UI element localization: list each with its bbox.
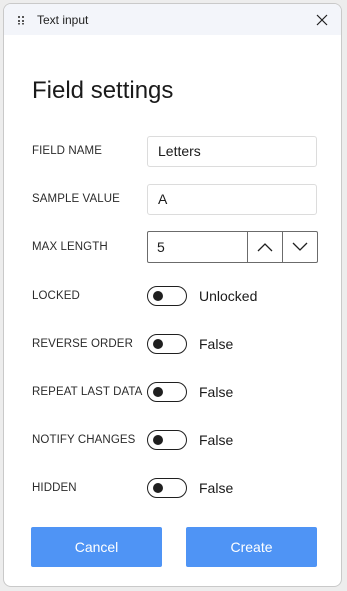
notify-changes-label: NOTIFY CHANGES — [32, 434, 136, 446]
hidden-toggle-group: False — [147, 478, 233, 498]
cancel-button[interactable]: Cancel — [31, 527, 162, 567]
repeat-last-data-state: False — [199, 384, 234, 400]
title-bar: Text input — [4, 4, 341, 35]
locked-toggle[interactable] — [147, 286, 187, 306]
hidden-label: HIDDEN — [32, 482, 77, 494]
max-length-stepper — [147, 231, 318, 263]
notify-changes-state: False — [199, 432, 234, 448]
repeat-last-data-row: REPEAT LAST DATA False — [32, 376, 319, 408]
window-title: Text input — [37, 12, 89, 27]
hidden-state: False — [199, 480, 234, 496]
create-button[interactable]: Create — [186, 527, 317, 567]
locked-state: Unlocked — [199, 288, 258, 304]
reverse-order-label: REVERSE ORDER — [32, 338, 133, 350]
chevron-up-icon — [257, 243, 273, 252]
decrement-button[interactable] — [282, 232, 317, 262]
grid-dots-icon — [17, 14, 29, 26]
locked-label: LOCKED — [32, 290, 80, 302]
close-button[interactable] — [309, 7, 335, 33]
toggle-knob — [153, 435, 163, 445]
field-name-row: FIELD NAME — [32, 135, 319, 167]
repeat-last-data-toggle-group: False — [147, 382, 233, 402]
close-icon — [316, 14, 328, 26]
sample-value-row: SAMPLE VALUE — [32, 183, 319, 215]
reverse-order-state: False — [199, 336, 234, 352]
toggle-knob — [153, 291, 163, 301]
hidden-toggle[interactable] — [147, 478, 187, 498]
increment-button[interactable] — [247, 232, 282, 262]
sample-value-input[interactable] — [147, 183, 317, 215]
locked-toggle-group: Unlocked — [147, 286, 257, 306]
notify-changes-row: NOTIFY CHANGES False — [32, 424, 319, 456]
notify-changes-toggle[interactable] — [147, 430, 187, 450]
dialog-window: Text input Field settings FIELD NAME SAM… — [3, 3, 342, 587]
sample-value-label: SAMPLE VALUE — [32, 193, 120, 205]
repeat-last-data-toggle[interactable] — [147, 382, 187, 402]
reverse-order-toggle-group: False — [147, 334, 233, 354]
toggle-knob — [153, 483, 163, 493]
locked-row: LOCKED Unlocked — [32, 280, 319, 312]
page-title: Field settings — [32, 77, 174, 104]
toggle-knob — [153, 387, 163, 397]
toggle-knob — [153, 339, 163, 349]
reverse-order-toggle[interactable] — [147, 334, 187, 354]
field-name-input[interactable] — [147, 135, 317, 167]
field-name-label: FIELD NAME — [32, 145, 103, 157]
repeat-last-data-label: REPEAT LAST DATA — [32, 386, 143, 398]
chevron-down-icon — [292, 242, 308, 251]
max-length-input[interactable] — [148, 232, 247, 262]
hidden-row: HIDDEN False — [32, 472, 319, 504]
reverse-order-row: REVERSE ORDER False — [32, 328, 319, 360]
max-length-row: MAX LENGTH — [32, 231, 319, 263]
notify-changes-toggle-group: False — [147, 430, 233, 450]
max-length-label: MAX LENGTH — [32, 241, 108, 253]
